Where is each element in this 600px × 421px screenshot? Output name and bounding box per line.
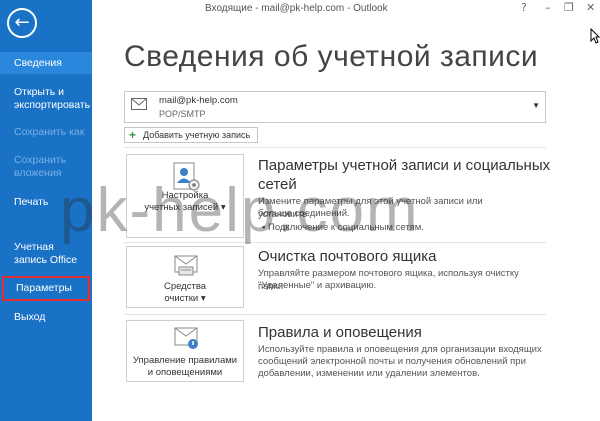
section-title: Правила и оповещения	[258, 324, 422, 341]
section-description: добавлении, изменении или удалении элеме…	[258, 368, 480, 379]
sidebar-item-save-as: Сохранить как	[14, 126, 85, 138]
close-icon[interactable]: ✕	[586, 1, 595, 14]
tile-label: Управление правилами	[132, 355, 238, 366]
tile-label: и оповещениями	[147, 367, 223, 378]
page-title: Сведения об учетной записи	[124, 40, 539, 73]
tile-label: очистки ▾	[164, 293, 206, 304]
cleanup-icon	[174, 255, 198, 276]
account-email: mail@pk-help.com	[159, 95, 238, 106]
sidebar-item-info[interactable]: Сведения	[0, 52, 92, 74]
mail-icon	[131, 98, 147, 110]
back-arrow-icon[interactable]: ←	[7, 8, 37, 38]
help-icon[interactable]: ?	[521, 1, 527, 14]
sidebar-item-options[interactable]: Параметры	[2, 276, 90, 301]
mouse-cursor-icon	[590, 28, 600, 44]
minimize-icon[interactable]: –	[545, 1, 551, 14]
rules-icon	[174, 327, 198, 349]
chevron-down-icon: ▼	[532, 101, 540, 110]
watermark: pk-help.com	[60, 176, 420, 245]
account-type: POP/SMTP	[159, 109, 206, 119]
account-dropdown[interactable]: mail@pk-help.com POP/SMTP ▼	[124, 91, 546, 123]
window-title: Входящие - mail@pk-help.com - Outlook	[205, 3, 388, 14]
section-description: сообщений электронной почты и получения …	[258, 356, 526, 367]
tile-label: Средства	[163, 281, 207, 292]
cleanup-tools-tile[interactable]: Средства очистки ▾	[126, 246, 244, 308]
divider	[124, 314, 546, 315]
section-description: "Удаленные" и архивацию.	[258, 280, 377, 291]
add-account-button[interactable]: + Добавить учетную запись	[124, 127, 258, 143]
rules-alerts-tile[interactable]: Управление правилами и оповещениями	[126, 320, 244, 382]
divider	[124, 147, 546, 148]
sidebar-item-open-export[interactable]: Открыть и экспортировать	[0, 86, 90, 112]
section-description: Используйте правила и оповещения для орг…	[258, 344, 542, 355]
section-title: Параметры учетной записи и социальных	[258, 157, 551, 174]
plus-icon: +	[129, 128, 137, 142]
restore-icon[interactable]: ❐	[564, 1, 574, 14]
add-account-label: Добавить учетную запись	[143, 130, 251, 140]
section-title: Очистка почтового ящика	[258, 248, 437, 265]
sidebar-item-exit[interactable]: Выход	[0, 311, 92, 324]
